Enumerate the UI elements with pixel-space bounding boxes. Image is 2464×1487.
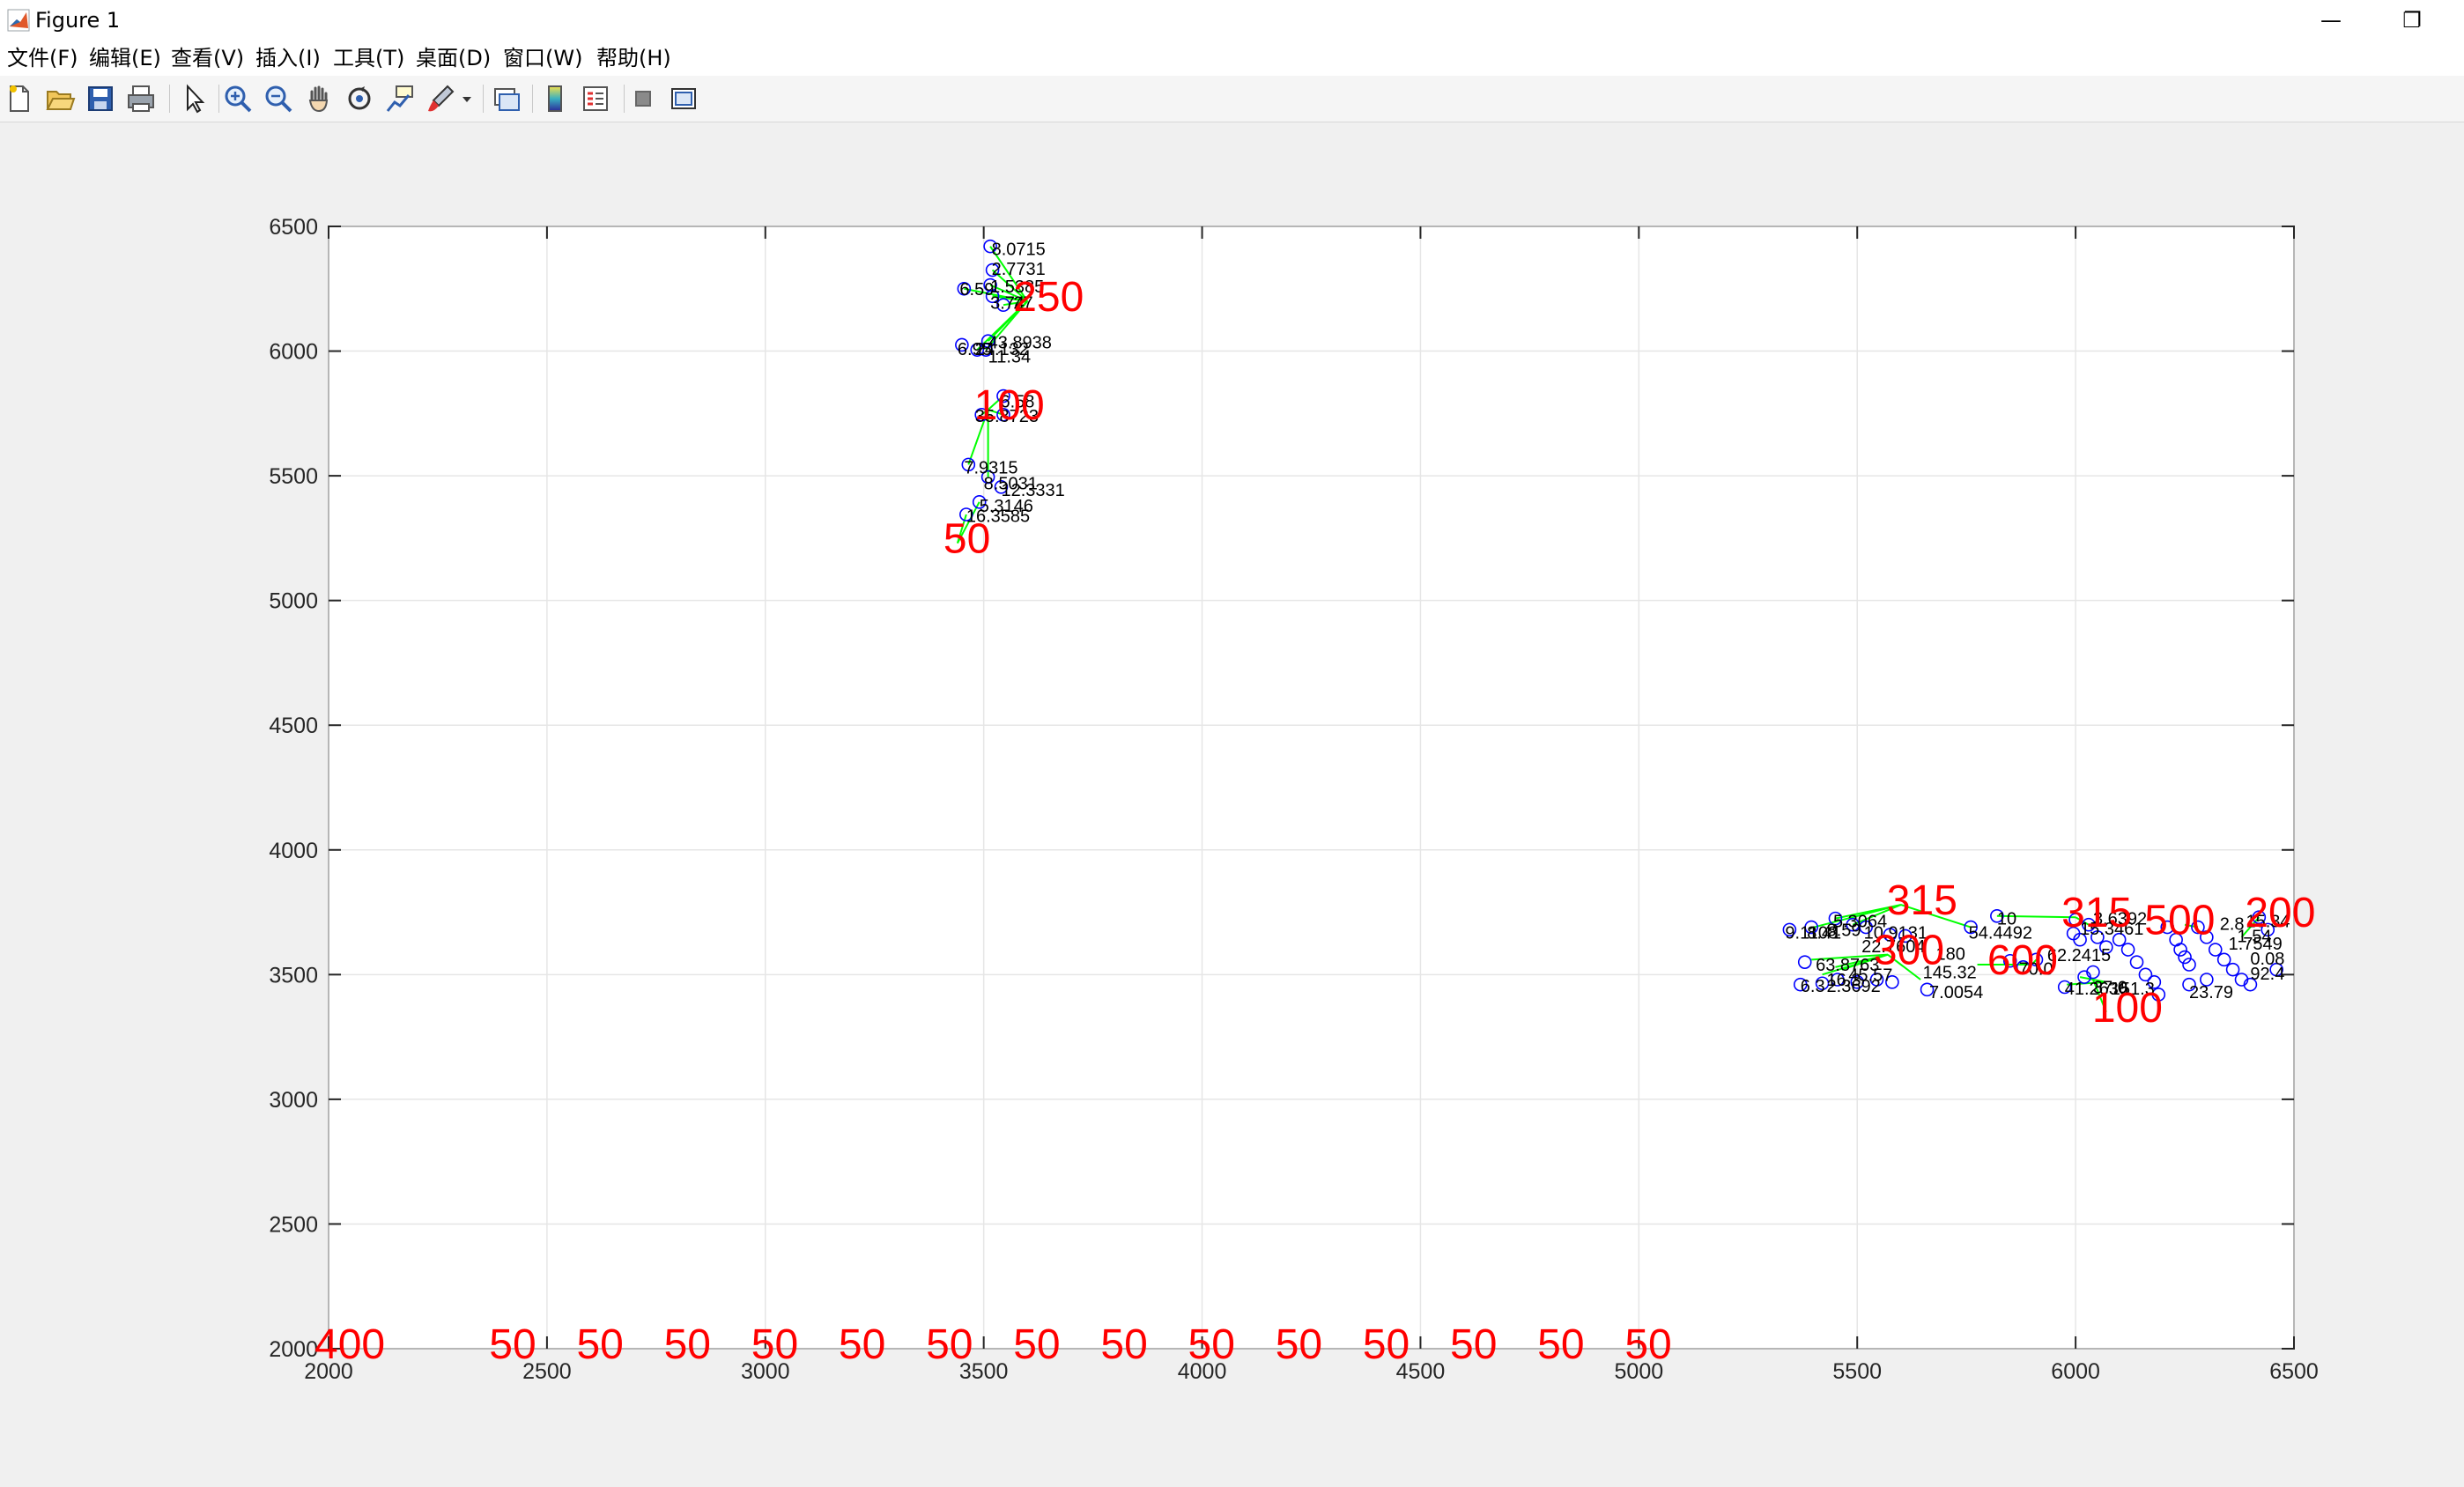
node-big-label: 50 — [664, 1321, 711, 1368]
menu-window[interactable]: 窗口(W) — [503, 44, 582, 72]
node-big-label: 50 — [1100, 1321, 1147, 1368]
node-big-label: 50 — [1276, 1321, 1322, 1368]
y-tick-label: 4000 — [269, 839, 318, 863]
chevron-down-icon[interactable] — [458, 81, 476, 116]
new-figure-icon[interactable] — [2, 81, 37, 116]
toolbar-separator — [169, 85, 170, 113]
menu-view[interactable]: 查看(V) — [171, 44, 244, 72]
toolbar-separator — [218, 85, 219, 113]
menu-desktop[interactable]: 桌面(D) — [416, 44, 491, 72]
menu-tools[interactable]: 工具(T) — [333, 44, 404, 72]
node-big-label: 50 — [1537, 1321, 1584, 1368]
node-value-label: 6.3 — [1801, 977, 1825, 996]
node-big-label: 50 — [1624, 1321, 1671, 1368]
zoom-in-icon[interactable] — [220, 81, 255, 116]
node-big-label: 100 — [974, 382, 1045, 429]
node-big-label: 200 — [2245, 890, 2315, 936]
y-tick-label: 2000 — [269, 1337, 318, 1362]
y-tick-label: 3500 — [269, 963, 318, 988]
pan-hand-icon[interactable] — [301, 81, 337, 116]
toolbar-separator — [624, 85, 625, 113]
restore-icon: ❐ — [2402, 8, 2422, 33]
x-tick-label: 5500 — [1832, 1359, 1882, 1384]
node-big-label: 250 — [1013, 274, 1084, 321]
brush-icon[interactable] — [423, 81, 458, 116]
figure-toolbar — [0, 76, 2464, 122]
node-big-label: 50 — [926, 1321, 973, 1368]
axes-background — [328, 226, 2295, 1350]
toolbar-separator — [532, 85, 533, 113]
open-file-icon[interactable] — [42, 81, 78, 116]
save-icon[interactable] — [83, 81, 118, 116]
node-big-label: 50 — [839, 1321, 885, 1368]
colorbar-icon[interactable] — [537, 81, 573, 116]
node-value-label: 6.59 — [959, 280, 994, 300]
scatter-plot[interactable]: 2000 2500 3000 3500 4000 4500 5000 5500 6000 6500… — [0, 122, 2464, 1483]
matlab-logo-icon — [7, 9, 30, 32]
select-arrow-icon[interactable] — [176, 81, 211, 116]
restore-button[interactable]: ❐ — [2384, 4, 2440, 37]
node-value-label: 23.79 — [2189, 983, 2233, 1002]
node-value-label: 1.7549 — [2229, 935, 2283, 954]
node-big-label: 315 — [2061, 890, 2132, 936]
node-big-label: 500 — [2144, 898, 2215, 944]
node-big-label: 50 — [576, 1321, 623, 1368]
menu-insert[interactable]: 插入(I) — [255, 44, 321, 72]
print-icon[interactable] — [123, 81, 159, 116]
y-tick-label: 4500 — [269, 714, 318, 738]
link-plot-icon[interactable] — [489, 81, 524, 116]
y-tick-label: 6500 — [269, 215, 318, 240]
y-tick-label: 5000 — [269, 589, 318, 614]
y-tick-label: 5500 — [269, 464, 318, 489]
hide-plot-tools-icon[interactable] — [625, 81, 661, 116]
x-tick-label: 6000 — [2051, 1359, 2100, 1384]
x-tick-label: 6500 — [2269, 1359, 2319, 1384]
node-value-label: 2.3692 — [1827, 977, 1881, 996]
menu-bar: 文件(F) 编辑(E) 查看(V) 插入(I) 工具(T) 桌面(D) 窗口(W… — [0, 41, 2464, 76]
node-big-label: 50 — [1013, 1321, 1060, 1368]
toolbar-separator — [483, 85, 484, 113]
minimize-icon: — — [2320, 8, 2342, 33]
node-value-label: 11.34 — [988, 347, 1032, 366]
node-big-label: 50 — [489, 1321, 536, 1368]
y-tick-label: 6000 — [269, 340, 318, 365]
rotate-3d-icon[interactable] — [342, 81, 377, 116]
node-value-label: 8.0715 — [992, 240, 1046, 260]
node-big-label: 400 — [314, 1321, 385, 1368]
data-cursor-icon[interactable] — [382, 81, 418, 116]
node-big-label: 315 — [1887, 877, 1957, 924]
node-big-label: 100 — [2092, 985, 2163, 1032]
window-title: Figure 1 — [35, 8, 121, 33]
y-tick-label: 2500 — [269, 1212, 318, 1237]
show-plot-tools-icon[interactable] — [666, 81, 701, 116]
node-big-label: 50 — [943, 516, 990, 563]
node-big-label: 600 — [1987, 937, 2058, 984]
minimize-button[interactable]: — — [2303, 4, 2359, 37]
menu-edit[interactable]: 编辑(E) — [89, 44, 161, 72]
zoom-out-icon[interactable] — [261, 81, 296, 116]
node-value-label: 7.0054 — [1929, 983, 1983, 1002]
figure-canvas: 2000 2500 3000 3500 4000 4500 5000 5500 6000 6500… — [0, 122, 2464, 1483]
node-big-label: 300 — [1874, 928, 1944, 974]
node-big-label: 50 — [1450, 1321, 1497, 1368]
node-value-label: 10 — [1997, 910, 2016, 929]
node-big-label: 50 — [1188, 1321, 1235, 1368]
node-big-label: 50 — [751, 1321, 798, 1368]
window-titlebar: Figure 1 — ❐ — [0, 0, 2464, 41]
menu-help[interactable]: 帮助(H) — [596, 44, 671, 72]
node-big-label: 50 — [1363, 1321, 1410, 1368]
menu-file[interactable]: 文件(F) — [7, 44, 78, 72]
y-tick-label: 3000 — [269, 1088, 318, 1113]
legend-icon[interactable] — [578, 81, 613, 116]
